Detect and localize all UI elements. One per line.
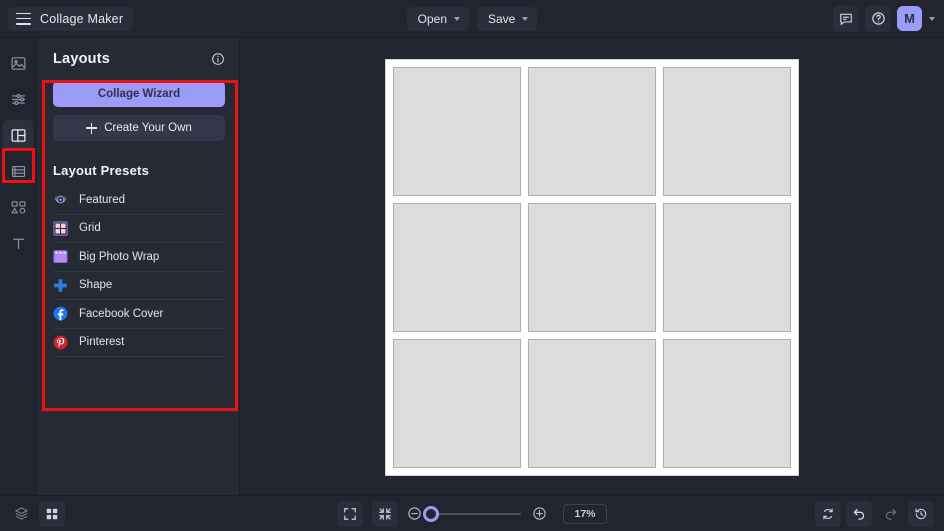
history-button[interactable] — [908, 500, 934, 527]
zoom-slider-handle[interactable] — [423, 505, 439, 522]
sidebar-item-adjust[interactable] — [3, 84, 33, 114]
topbar-center-group: Open Save — [0, 0, 944, 37]
top-toolbar: Collage Maker Open Save M — [0, 0, 944, 38]
app-menu-chip[interactable]: Collage Maker — [8, 6, 134, 31]
redo-arrow-icon — [885, 509, 896, 520]
collapse-frame-icon — [379, 507, 391, 520]
hamburger-icon[interactable] — [16, 12, 31, 25]
layers-stack-icon — [14, 507, 28, 520]
grid-toggle-button[interactable] — [39, 500, 65, 527]
topbar-right-group: M — [833, 5, 944, 32]
grid-squares-icon — [53, 221, 68, 236]
list-item[interactable]: Pinterest — [53, 329, 225, 357]
shapes-icon — [10, 200, 25, 214]
info-circle-icon[interactable] — [211, 52, 225, 66]
list-item[interactable]: Grid — [53, 215, 225, 243]
list-item-label: Facebook Cover — [79, 307, 164, 320]
sidebar-item-background[interactable] — [3, 156, 33, 186]
list-item[interactable]: Big Photo Wrap — [53, 243, 225, 272]
list-item[interactable]: Featured — [53, 186, 225, 215]
collage-cell[interactable] — [528, 67, 656, 196]
collage-board[interactable] — [385, 59, 799, 476]
zoom-level-value[interactable]: 17% — [563, 503, 607, 524]
collage-cell[interactable] — [663, 203, 791, 332]
undo-button[interactable] — [846, 500, 872, 527]
collage-cell[interactable] — [393, 67, 521, 196]
grid-four-icon — [46, 508, 58, 519]
help-button[interactable] — [865, 5, 891, 32]
layouts-panel: Layouts Collage Wizard Create Your Own L… — [37, 38, 240, 495]
panel-header: Layouts — [53, 51, 225, 67]
chat-bubble-icon — [840, 13, 852, 25]
layers-button[interactable] — [8, 501, 34, 527]
collage-cell[interactable] — [393, 203, 521, 332]
reset-button[interactable] — [815, 500, 841, 527]
app-title: Collage Maker — [40, 11, 124, 26]
plus-icon — [86, 122, 98, 134]
page-title: Layouts — [53, 51, 110, 67]
collage-cell[interactable] — [663, 339, 791, 468]
bottombar-center-group: 17% — [0, 496, 944, 531]
zoom-slider[interactable] — [423, 505, 521, 522]
open-menu-button[interactable]: Open — [406, 6, 469, 31]
collage-cell[interactable] — [393, 339, 521, 468]
expand-frame-icon — [344, 507, 356, 520]
cross-shape-icon — [54, 279, 67, 292]
avatar-chevron-down-icon[interactable] — [929, 16, 935, 21]
bottom-toolbar: 17% — [0, 495, 944, 531]
layout-icon — [10, 128, 26, 142]
create-your-own-label: Create Your Own — [104, 122, 192, 134]
laurel-badge-icon — [55, 195, 66, 204]
app-root: Collage Maker Open Save M Layouts Collag… — [0, 0, 944, 531]
list-item-label: Featured — [79, 193, 126, 206]
open-menu-label: Open — [417, 11, 447, 26]
list-item-label: Pinterest — [79, 336, 125, 349]
photo-frame-icon — [53, 250, 68, 264]
list-item[interactable]: Shape — [53, 272, 225, 300]
feedback-button[interactable] — [833, 5, 859, 32]
layers-rows-icon — [11, 165, 25, 177]
save-menu-button[interactable]: Save — [477, 6, 538, 31]
history-clock-icon — [915, 507, 927, 519]
canvas-stage[interactable] — [240, 38, 944, 495]
text-t-icon — [12, 238, 24, 249]
collage-cell[interactable] — [528, 203, 656, 332]
collage-cell[interactable] — [528, 339, 656, 468]
image-icon — [11, 56, 25, 70]
create-your-own-button[interactable]: Create Your Own — [53, 115, 225, 141]
collage-cell[interactable] — [663, 67, 791, 196]
refresh-icon — [823, 507, 833, 520]
app-body: Layouts Collage Wizard Create Your Own L… — [0, 38, 944, 495]
zoom-in-button[interactable] — [532, 506, 547, 521]
bottombar-left-group — [8, 500, 65, 527]
list-item-label: Shape — [79, 279, 113, 292]
avatar[interactable]: M — [897, 6, 922, 31]
shrink-to-fit-button[interactable] — [372, 500, 398, 527]
layout-presets-title: Layout Presets — [53, 163, 150, 178]
chevron-down-icon — [454, 16, 460, 21]
list-item-label: Grid — [79, 222, 101, 235]
topbar-left-group: Collage Maker — [0, 6, 134, 31]
collage-wizard-button[interactable]: Collage Wizard — [53, 81, 225, 107]
undo-arrow-icon — [853, 509, 864, 520]
pinterest-icon — [53, 335, 68, 350]
sidebar-item-layouts[interactable] — [3, 120, 33, 150]
list-item-label: Big Photo Wrap — [79, 250, 160, 263]
chevron-down-icon — [522, 16, 529, 21]
zoom-out-button[interactable] — [407, 506, 422, 521]
sliders-icon — [11, 93, 25, 105]
facebook-icon — [53, 306, 68, 321]
help-circle-icon — [871, 12, 885, 25]
redo-button[interactable] — [877, 501, 903, 527]
list-item[interactable]: Facebook Cover — [53, 300, 225, 329]
sidebar-item-elements[interactable] — [3, 192, 33, 222]
save-menu-label: Save — [488, 11, 516, 26]
sidebar-item-text[interactable] — [3, 228, 33, 258]
fit-to-screen-button[interactable] — [337, 500, 363, 527]
bottombar-right-group — [815, 500, 934, 527]
left-rail — [0, 38, 37, 495]
sidebar-item-photos[interactable] — [3, 48, 33, 78]
